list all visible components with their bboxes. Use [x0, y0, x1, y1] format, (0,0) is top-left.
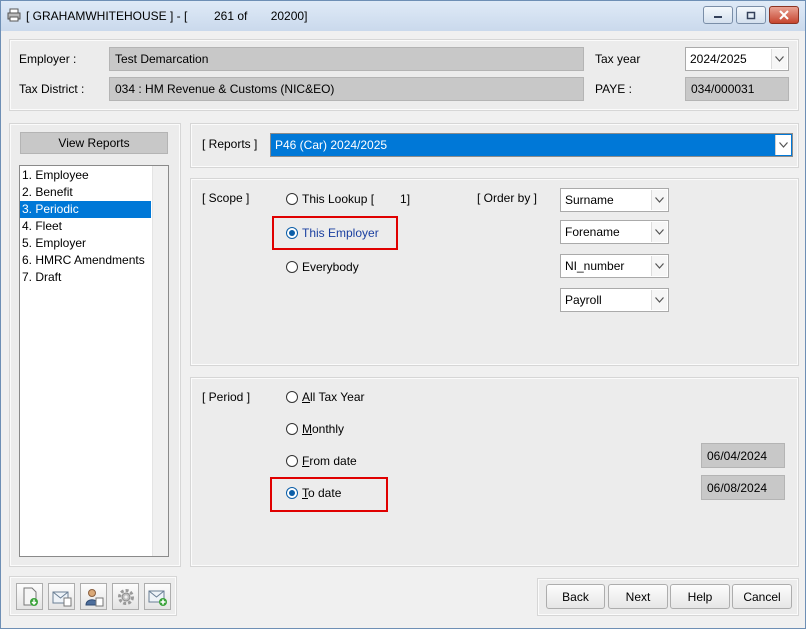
email-report-button[interactable]: [48, 583, 75, 610]
scope-panel: [190, 178, 799, 366]
paye-field: 034/000031: [685, 77, 789, 101]
this-lookup-count: 1]: [400, 192, 411, 206]
close-icon: [779, 10, 789, 20]
reports-select[interactable]: P46 (Car) 2024/2025: [270, 133, 793, 157]
order-by-value-2: Forename: [565, 225, 620, 239]
order-by-label: [ Order by ]: [477, 191, 538, 205]
paye-label: PAYE :: [595, 82, 632, 96]
report-wizard-window: [ GRAHAMWHITEHOUSE ] - [ 261 of 20200] E…: [0, 0, 806, 629]
chevron-down-icon[interactable]: [771, 49, 787, 69]
title-bar: [ GRAHAMWHITEHOUSE ] - [ 261 of 20200]: [1, 1, 805, 31]
this-employer-label: This Employer: [302, 226, 379, 240]
cancel-button[interactable]: Cancel: [732, 584, 792, 609]
to-date-field[interactable]: 06/08/2024: [701, 475, 785, 500]
reports-selected-value: P46 (Car) 2024/2025: [275, 138, 388, 152]
settings-button[interactable]: [112, 583, 139, 610]
order-by-value-3: NI_number: [565, 259, 625, 273]
scope-label: [ Scope ]: [202, 191, 250, 205]
this-lookup-label: This Lookup [: [302, 192, 375, 206]
reports-label: [ Reports ]: [202, 137, 258, 151]
scope-this-lookup-radio[interactable]: This Lookup [ 1]: [286, 192, 410, 206]
sidebar-item-fleet[interactable]: 4. Fleet: [20, 218, 151, 235]
export-document-icon: [23, 587, 38, 606]
chevron-down-icon[interactable]: [651, 222, 667, 242]
order-by-select-4[interactable]: Payroll: [560, 288, 669, 312]
period-to-date-radio[interactable]: To date: [286, 486, 341, 500]
help-button[interactable]: Help: [670, 584, 730, 609]
period-all-tax-year-radio[interactable]: All Tax Year: [286, 390, 365, 404]
order-by-value-4: Payroll: [565, 293, 602, 307]
sidebar-item-benefit[interactable]: 2. Benefit: [20, 184, 151, 201]
email-report-icon: [52, 591, 71, 606]
gear-icon: [117, 588, 134, 605]
period-monthly-radio[interactable]: Monthly: [286, 422, 344, 436]
add-email-button[interactable]: [144, 583, 171, 610]
period-label: [ Period ]: [202, 390, 251, 404]
report-category-list[interactable]: 1. Employee 2. Benefit 3. Periodic 4. Fleet…: [19, 165, 169, 557]
period-from-date-radio[interactable]: From date: [286, 454, 357, 468]
sidebar-item-draft[interactable]: 7. Draft: [20, 269, 151, 286]
printer-icon: [7, 8, 21, 22]
order-by-value-1: Surname: [565, 193, 614, 207]
sidebar-item-employer[interactable]: 5. Employer: [20, 235, 151, 252]
sidebar-item-employee[interactable]: 1. Employee: [20, 167, 151, 184]
chevron-down-icon[interactable]: [651, 190, 667, 210]
chevron-down-icon[interactable]: [651, 290, 667, 310]
order-by-select-3[interactable]: NI_number: [560, 254, 669, 278]
radio-button[interactable]: [286, 455, 298, 467]
to-date-label: To date: [302, 486, 342, 500]
from-date-label: From date: [302, 454, 357, 468]
radio-button[interactable]: [286, 261, 298, 273]
scope-everybody-radio[interactable]: Everybody: [286, 260, 359, 274]
back-button[interactable]: Back: [546, 584, 605, 609]
restore-button[interactable]: [736, 6, 766, 24]
all-tax-year-label: All Tax Year: [302, 390, 365, 404]
sidebar-header: View Reports: [20, 132, 168, 154]
radio-button[interactable]: [286, 193, 298, 205]
order-by-select-2[interactable]: Forename: [560, 220, 669, 244]
sidebar-item-hmrc-amendments[interactable]: 6. HMRC Amendments: [20, 252, 151, 269]
chevron-down-icon[interactable]: [651, 256, 667, 276]
scope-this-employer-radio[interactable]: This Employer: [286, 226, 379, 240]
everybody-label: Everybody: [302, 260, 359, 274]
window-title: [ GRAHAMWHITEHOUSE ] - [ 261 of 20200]: [26, 9, 308, 23]
radio-button-checked[interactable]: [286, 487, 298, 499]
tax-year-label: Tax year: [595, 52, 641, 66]
from-date-field[interactable]: 06/04/2024: [701, 443, 785, 468]
tax-year-value: 2024/2025: [690, 52, 747, 66]
minimize-icon: [714, 16, 722, 18]
sidebar-item-periodic[interactable]: 3. Periodic: [20, 201, 151, 218]
list-scrollbar[interactable]: [152, 166, 168, 556]
export-document-button[interactable]: [16, 583, 43, 610]
employer-label: Employer :: [19, 52, 77, 66]
radio-button[interactable]: [286, 391, 298, 403]
order-by-select-1[interactable]: Surname: [560, 188, 669, 212]
next-button[interactable]: Next: [608, 584, 668, 609]
chevron-down-icon[interactable]: [775, 135, 791, 155]
add-email-icon: [148, 590, 167, 606]
period-panel: [190, 377, 799, 567]
user-settings-icon: [84, 588, 103, 606]
employer-field: Test Demarcation: [109, 47, 584, 71]
radio-button[interactable]: [286, 423, 298, 435]
monthly-label: Monthly: [302, 422, 345, 436]
user-settings-button[interactable]: [80, 583, 107, 610]
tax-year-select[interactable]: 2024/2025: [685, 47, 789, 71]
minimize-button[interactable]: [703, 6, 733, 24]
tax-district-label: Tax District :: [19, 82, 85, 96]
close-button[interactable]: [769, 6, 799, 24]
radio-button-checked[interactable]: [286, 227, 298, 239]
tax-district-field: 034 : HM Revenue & Customs (NIC&EO): [109, 77, 584, 101]
restore-icon: [746, 11, 756, 19]
